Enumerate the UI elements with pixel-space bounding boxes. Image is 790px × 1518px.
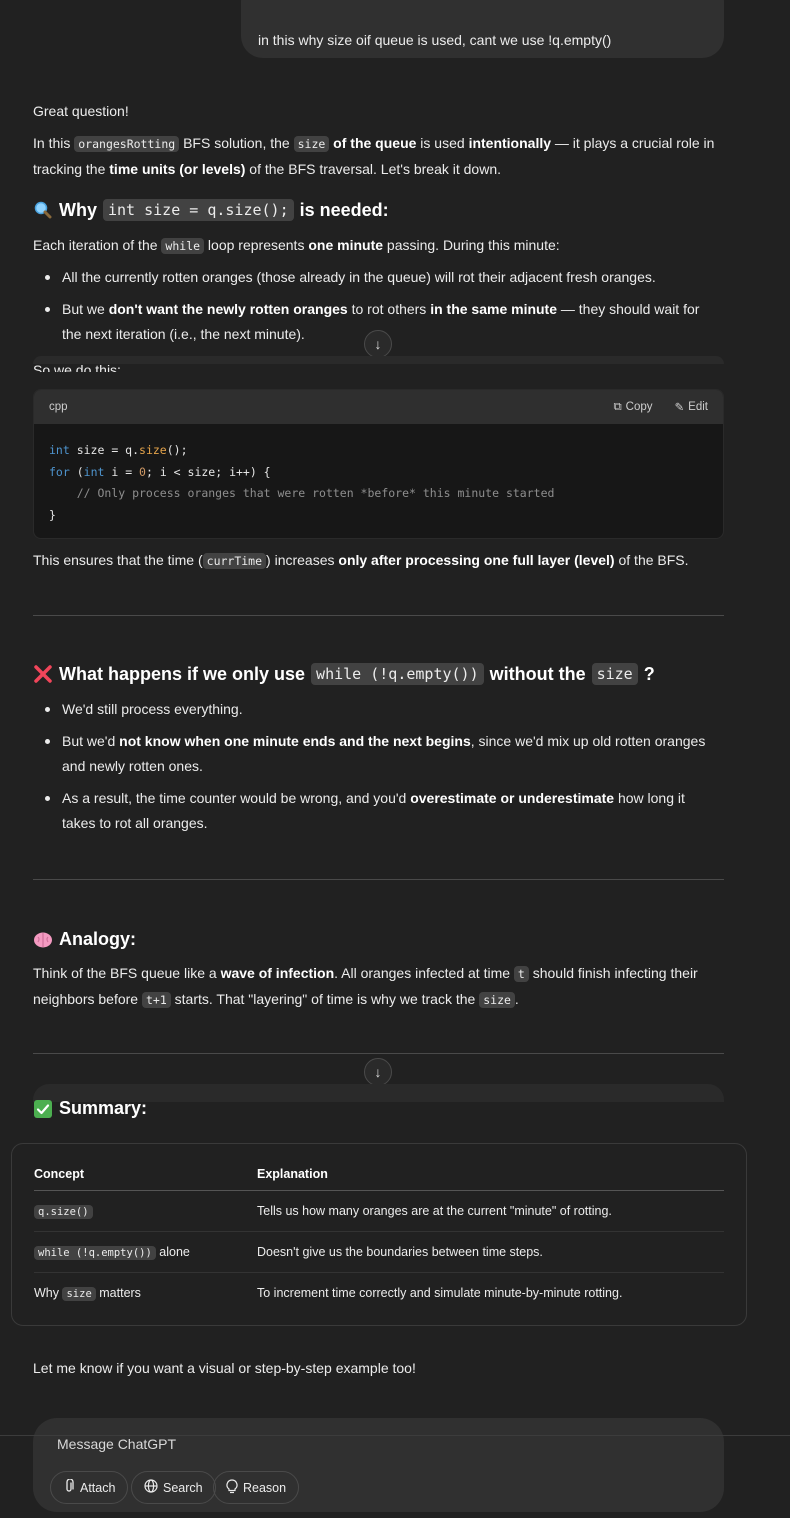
magnifier-icon — [33, 200, 53, 220]
code-language-label: cpp — [49, 401, 68, 413]
red-x-icon — [33, 664, 53, 684]
inline-code: size — [479, 992, 515, 1008]
greeting-text: Great question! — [33, 103, 129, 119]
table-cell: Tells us how many oranges are at the cur… — [257, 1190, 724, 1232]
table-cell: Why size matters — [34, 1285, 141, 1301]
table-row: Why size matters To increment time corre… — [34, 1272, 724, 1313]
overlay-band — [33, 356, 724, 364]
inline-code: currTime — [202, 553, 267, 569]
analogy-paragraph: Think of the BFS queue like a wave of in… — [33, 965, 698, 1008]
table-row: while (!q.empty()) alone Doesn't give us… — [34, 1231, 724, 1273]
arrow-down-icon: ↓ — [374, 336, 382, 352]
divider — [33, 1053, 724, 1054]
divider — [33, 879, 724, 880]
edit-code-button[interactable]: ✎ Edit — [675, 400, 708, 414]
brain-icon — [33, 930, 53, 950]
partial-text-clip: So we do this: — [33, 356, 724, 372]
intro-paragraph: In this orangesRotting BFS solution, the… — [33, 135, 715, 177]
section-heading-without-size: What happens if we only use while (!q.em… — [33, 663, 655, 685]
inline-code: size — [293, 136, 330, 152]
closing-text: Let me know if you want a visual or step… — [33, 1360, 416, 1376]
table-cell: To increment time correctly and simulate… — [257, 1285, 623, 1300]
search-button[interactable]: Search — [131, 1471, 216, 1504]
copy-icon: ⧉ — [613, 400, 622, 413]
summary-table-container: Concept Explanation q.size() Tells us ho… — [11, 1143, 747, 1326]
table-cell: Doesn't give us the boundaries between t… — [257, 1231, 724, 1273]
inline-code: t+1 — [141, 992, 171, 1008]
section1-paragraph: Each iteration of the while loop represe… — [33, 237, 560, 254]
code-line-3: // Only process oranges that were rotten… — [49, 486, 555, 500]
user-message-text: in this why size oif queue is used, cant… — [258, 32, 612, 48]
code-line-1: int size = q.size(); — [49, 443, 188, 457]
arrow-down-icon: ↓ — [374, 1064, 382, 1080]
after-code-paragraph: This ensures that the time (currTime) in… — [33, 552, 689, 569]
inline-code: t — [513, 966, 529, 982]
message-input[interactable]: Message ChatGPT — [57, 1436, 176, 1452]
scroll-down-button[interactable]: ↓ — [364, 1058, 392, 1086]
table-header-row: Concept Explanation — [34, 1158, 724, 1191]
list-item: As a result, the time counter would be w… — [33, 786, 733, 837]
code-content: int size = q.size(); for (int i = 0; i < … — [34, 424, 723, 538]
table-row: q.size() Tells us how many oranges are a… — [34, 1190, 724, 1232]
section-heading-analogy: Analogy: — [33, 929, 136, 950]
list-item: But we'd not know when one minute ends a… — [33, 729, 733, 780]
paperclip-icon — [63, 1478, 75, 1496]
section-heading-summary: Summary: — [33, 1098, 147, 1119]
table-cell: while (!q.empty()) alone — [34, 1231, 257, 1273]
lightbulb-icon — [226, 1478, 238, 1497]
globe-icon — [144, 1479, 158, 1496]
pencil-icon: ✎ — [674, 402, 685, 414]
code-line-2: for (int i = 0; i < size; i++) { — [49, 464, 271, 479]
list-item: We'd still process everything. — [33, 697, 733, 723]
summary-table: Concept Explanation q.size() Tells us ho… — [34, 1158, 724, 1313]
table-header: Explanation — [257, 1158, 724, 1191]
user-message-bubble — [241, 0, 724, 58]
table-cell: q.size() — [34, 1190, 257, 1232]
list-item: All the currently rotten oranges (those … — [33, 265, 733, 291]
scroll-down-button[interactable]: ↓ — [364, 330, 392, 358]
code-block-header: cpp ⧉ Copy ✎ Edit — [34, 390, 723, 424]
code-line-4: } — [49, 507, 56, 522]
copy-code-button[interactable]: ⧉ Copy — [613, 400, 652, 414]
attach-button[interactable]: Attach — [50, 1471, 129, 1504]
inline-code: orangesRotting — [74, 136, 180, 152]
section-heading-why-size: Why int size = q.size(); is needed: — [33, 199, 389, 221]
code-block: cpp ⧉ Copy ✎ Edit int size = q.size(); for … — [33, 389, 724, 539]
check-mark-icon — [33, 1099, 53, 1119]
reason-button[interactable]: Reason — [213, 1471, 300, 1504]
inline-code: while — [161, 238, 205, 254]
section2-bullet-list: We'd still process everything. But we'd … — [33, 697, 733, 843]
table-header: Concept — [34, 1158, 257, 1191]
divider — [33, 615, 724, 616]
